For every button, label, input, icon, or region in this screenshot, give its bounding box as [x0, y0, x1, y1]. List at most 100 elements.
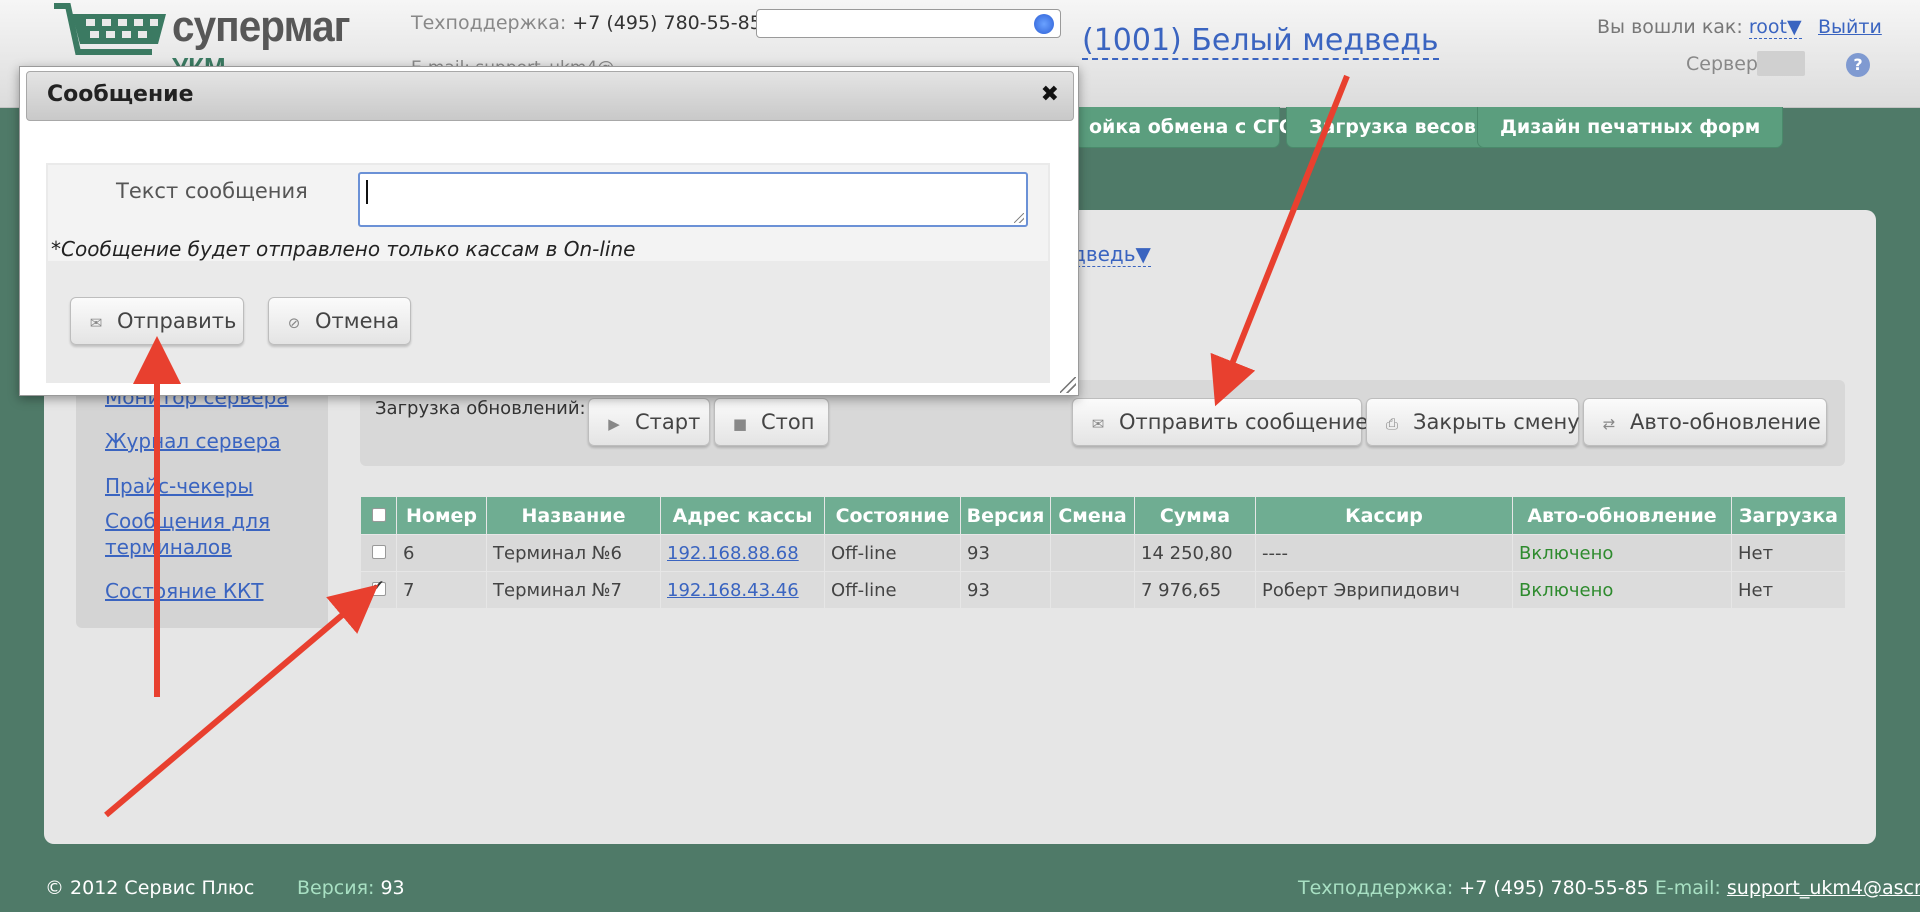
cell-version: 93	[960, 571, 1051, 609]
close-shift-button-label: Закрыть смену	[1413, 410, 1580, 434]
swap-arrows-icon: ⇄	[1602, 415, 1616, 433]
auto-update-button[interactable]: ⇄ Авто-обновление	[1583, 398, 1827, 446]
stop-icon: ■	[732, 415, 748, 433]
updates-label: Загрузка обновлений:	[375, 398, 586, 419]
terminals-table: Номер Название Адрес кассы Состояние Вер…	[360, 496, 1846, 609]
header-support-label: Техподдержка:	[411, 12, 567, 34]
help-icon[interactable]: ?	[1846, 53, 1870, 77]
select-all-checkbox[interactable]	[371, 507, 386, 522]
cell-state: Off-line	[824, 571, 961, 609]
column-header[interactable]: Кассир	[1255, 496, 1513, 535]
cell-name: Терминал №7	[486, 571, 661, 609]
footer-version: Версия: 93	[297, 877, 405, 899]
dialog-title: Сообщение	[47, 82, 194, 107]
column-header[interactable]: Название	[486, 496, 661, 535]
chevron-down-icon: ▼	[1135, 242, 1151, 266]
server-value-redacted	[1757, 51, 1805, 76]
send-message-button[interactable]: ✉ Отправить сообщение	[1072, 398, 1368, 446]
table-row[interactable]: 6 Терминал №6 192.168.88.68 Off-line 93 …	[360, 534, 1846, 572]
chevron-down-icon: ▼	[1786, 16, 1802, 38]
column-header[interactable]: Адрес кассы	[660, 496, 825, 535]
menu-print-design[interactable]: Дизайн печатных форм	[1477, 107, 1784, 148]
close-shift-button[interactable]: ⎙ Закрыть смену	[1366, 398, 1580, 446]
table-row[interactable]: 7 Терминал №7 192.168.43.46 Off-line 93 …	[360, 571, 1846, 609]
menu-scale-loading[interactable]: Загрузка весов	[1286, 107, 1499, 148]
column-header[interactable]: Состояние	[824, 496, 961, 535]
header-support: Техподдержка: +7 (495) 780-55-85	[411, 12, 762, 34]
sidebar-item-server-log[interactable]: Журнал сервера	[105, 428, 281, 454]
footer-support: Техподдержка: +7 (495) 780-55-85 E-mail:…	[1298, 877, 1920, 899]
column-header[interactable]: Смена	[1050, 496, 1135, 535]
row-checkbox-cell[interactable]	[360, 534, 397, 572]
user-name: root	[1748, 16, 1787, 38]
store-dropdown-label: дведь	[1072, 242, 1136, 266]
table-header-row: Номер Название Адрес кассы Состояние Вер…	[360, 496, 1846, 535]
user-dropdown[interactable]: root▼	[1748, 16, 1802, 39]
login-info: Вы вошли как: root▼	[1597, 16, 1802, 39]
sidebar-item-price-checkers[interactable]: Прайс-чекеры	[105, 473, 253, 499]
send-button-label: Отправить	[117, 309, 237, 333]
cell-number: 6	[396, 534, 487, 572]
cell-number: 7	[396, 571, 487, 609]
cell-state: Off-line	[824, 534, 961, 572]
note-asterisk: *	[51, 237, 61, 261]
dialog-titlebar[interactable]: Сообщение ✖	[26, 71, 1074, 121]
row-checkbox[interactable]	[371, 544, 386, 559]
close-icon[interactable]: ✖	[1041, 82, 1059, 107]
column-header[interactable]: Загрузка	[1731, 496, 1846, 535]
sidebar-item-terminal-messages[interactable]: Сообщения для терминалов	[105, 508, 285, 560]
column-header[interactable]: Номер	[396, 496, 487, 535]
start-button[interactable]: ▶ Старт	[588, 398, 710, 446]
search-input[interactable]	[756, 9, 1061, 38]
send-message-button-label: Отправить сообщение	[1119, 410, 1369, 434]
dialog-resize-icon[interactable]	[1060, 377, 1076, 393]
footer-version-value: 93	[380, 877, 405, 899]
footer-support-phone: +7 (495) 780-55-85	[1459, 877, 1649, 899]
auto-update-button-label: Авто-обновление	[1630, 410, 1821, 434]
cart-logo-icon	[54, 2, 166, 55]
resize-grip-icon[interactable]	[1014, 213, 1024, 223]
row-checkbox[interactable]	[371, 578, 386, 596]
cell-version: 93	[960, 534, 1051, 572]
footer-version-label: Версия:	[297, 877, 375, 899]
select-all-header[interactable]	[360, 496, 397, 535]
message-text-field[interactable]	[358, 172, 1028, 227]
sidebar: Монитор сервера Журнал сервера Прайс-чек…	[76, 360, 328, 628]
cancel-icon: ⊘	[287, 314, 301, 332]
send-button[interactable]: ✉ Отправить	[70, 297, 244, 345]
message-dialog: Сообщение ✖ Текст сообщения *Сообщение б…	[19, 66, 1079, 396]
sidebar-item-kkt-state[interactable]: Состояние ККТ	[105, 578, 263, 604]
cancel-button-label: Отмена	[315, 309, 400, 333]
cell-load: Нет	[1731, 571, 1846, 609]
footer-email-link[interactable]: support_ukm4@ascn.ru	[1727, 877, 1920, 899]
cell-address-link[interactable]: 192.168.43.46	[660, 571, 825, 609]
search-icon[interactable]	[1034, 14, 1054, 34]
start-button-label: Старт	[635, 410, 701, 434]
row-checkbox-cell[interactable]	[360, 571, 397, 609]
cell-cashier: Роберт Эврипидович	[1255, 571, 1513, 609]
text-caret	[366, 180, 368, 204]
column-header[interactable]: Версия	[960, 496, 1051, 535]
store-selector-link[interactable]: (1001) Белый медведь	[1082, 24, 1439, 60]
printer-icon: ⎙	[1385, 415, 1398, 433]
logout-link[interactable]: Выйти	[1818, 16, 1882, 38]
note-text: Сообщение будет отправлено только кассам…	[61, 237, 636, 261]
cell-address-link[interactable]: 192.168.88.68	[660, 534, 825, 572]
envelope-icon: ✉	[89, 314, 103, 332]
cell-auto-update: Включено	[1512, 534, 1732, 572]
store-dropdown[interactable]: дведь▼	[1072, 242, 1151, 267]
envelope-icon: ✉	[1091, 415, 1105, 433]
cancel-button[interactable]: ⊘ Отмена	[268, 297, 411, 345]
stop-button[interactable]: ■ Стоп	[714, 398, 829, 446]
footer-email-label: E-mail:	[1654, 877, 1721, 899]
menu-exchange-settings[interactable]: ойка обмена с СГО	[1074, 107, 1295, 148]
cell-sum: 7 976,65	[1134, 571, 1256, 609]
column-header[interactable]: Авто-обновление	[1512, 496, 1732, 535]
cell-auto-update: Включено	[1512, 571, 1732, 609]
cell-name: Терминал №6	[486, 534, 661, 572]
column-header[interactable]: Сумма	[1134, 496, 1256, 535]
cell-shift	[1050, 571, 1135, 609]
footer-support-label: Техподдержка:	[1298, 877, 1454, 899]
cell-cashier: ----	[1255, 534, 1513, 572]
server-label: Сервер:	[1686, 53, 1765, 75]
